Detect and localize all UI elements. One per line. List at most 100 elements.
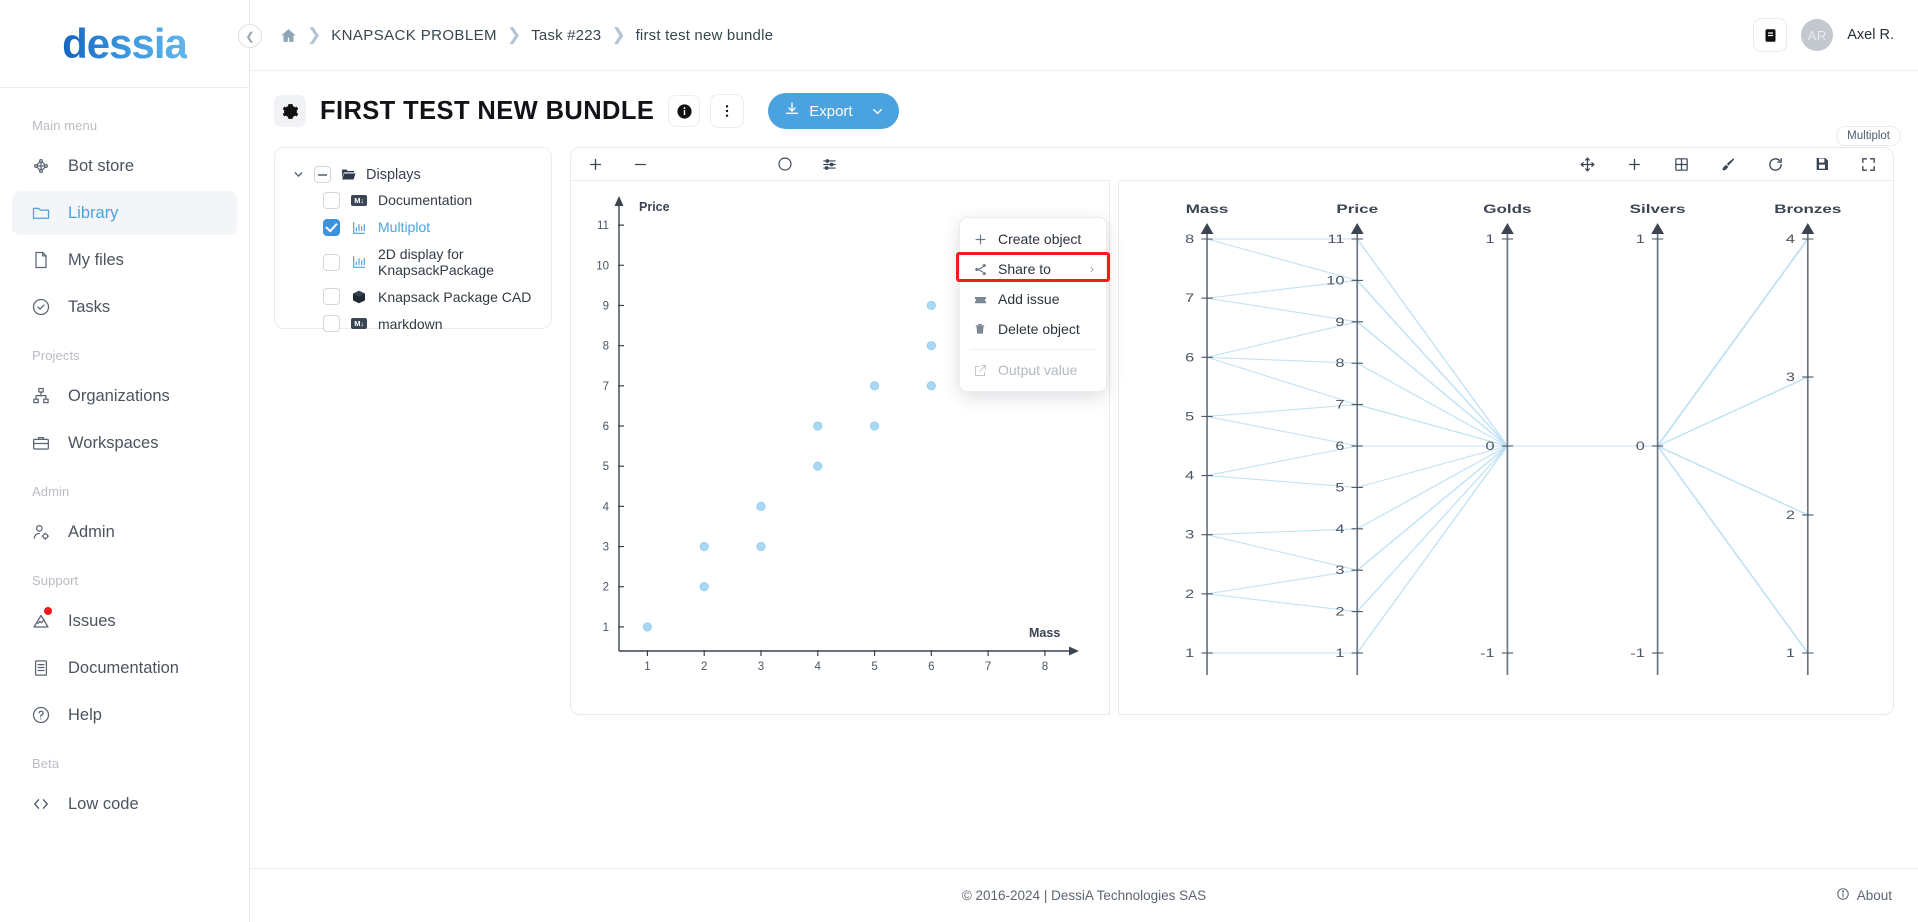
svg-text:4: 4 <box>1786 232 1795 245</box>
move-icon[interactable] <box>1579 156 1596 173</box>
brand-name: dessia <box>62 19 188 67</box>
sidebar-item-organizations[interactable]: Organizations <box>12 374 237 418</box>
sidebar-item-my-files[interactable]: My files <box>12 238 237 282</box>
trash-icon <box>972 322 988 336</box>
menu-item-delete-object[interactable]: Delete object <box>960 314 1106 344</box>
chevron-down-icon[interactable] <box>291 168 305 181</box>
sidebar-item-low-code[interactable]: Low code <box>12 782 237 826</box>
visualization-wrapper: Multiplot Price Mass 1 2 3 4 5 6 7 8 9 10 11 1 2 3 4 5 6 7 8… <box>570 126 1901 715</box>
sidebar-item-label: Admin <box>68 522 115 541</box>
sidebar-item-documentation[interactable]: Documentation <box>12 646 237 690</box>
svg-text:1: 1 <box>603 622 609 634</box>
svg-text:3: 3 <box>1185 528 1194 541</box>
menu-item-add-issue[interactable]: Add issue <box>960 284 1106 314</box>
zoom-out-icon[interactable] <box>632 156 649 173</box>
tree-root-checkbox[interactable] <box>314 166 331 183</box>
svg-text:Silvers: Silvers <box>1630 203 1686 216</box>
tree-item-checkbox[interactable] <box>323 253 340 271</box>
refresh-icon[interactable] <box>1767 156 1784 173</box>
add-icon[interactable] <box>1626 156 1643 173</box>
sidebar-item-label: Help <box>68 705 102 724</box>
gear-icon[interactable] <box>274 95 306 127</box>
tree-item-checkbox[interactable] <box>323 288 340 306</box>
sidebar-item-label: My files <box>68 250 124 269</box>
tree-item-checkbox[interactable] <box>323 219 340 236</box>
grid-icon[interactable] <box>1673 156 1690 173</box>
viz-toolbar: Multiplot <box>570 126 1901 180</box>
parallel-coordinates-card[interactable]: Mass 1 2 3 4 5 6 7 8 Price 1 2 3 4 5 6 7 8 9 10 11 Golds -1 0 1 S… <box>1118 180 1894 715</box>
circle-select-icon[interactable] <box>777 156 793 172</box>
more-options-button[interactable] <box>710 94 745 128</box>
tree-item-checkbox[interactable] <box>323 315 340 333</box>
avatar[interactable]: AR <box>1801 19 1834 51</box>
tree-item[interactable]: 2D display for KnapsackPackage <box>285 241 541 283</box>
tree-item-label: 2D display for KnapsackPackage <box>378 246 494 279</box>
plus-icon <box>972 232 988 247</box>
svg-text:-1: -1 <box>1630 646 1645 659</box>
tree-item[interactable]: M↓ markdown <box>285 310 541 337</box>
save-icon[interactable] <box>1814 156 1830 172</box>
svg-text:8: 8 <box>1042 661 1048 673</box>
sidebar-item-label: Tasks <box>68 297 111 316</box>
tree-item-checkbox[interactable] <box>323 192 340 209</box>
sidebar-item-admin[interactable]: Admin <box>12 510 237 554</box>
tree-root-row[interactable]: Displays <box>285 162 541 187</box>
tree-item-label: markdown <box>378 315 443 332</box>
brand-logo[interactable]: dessia <box>0 0 249 88</box>
sidebar-item-library[interactable]: Library <box>12 191 237 235</box>
sidebar-item-label: Workspaces <box>68 433 159 452</box>
export-label: Export <box>809 102 853 120</box>
external-link-icon <box>972 363 988 378</box>
info-button[interactable] <box>668 95 701 127</box>
menu-item-share-to[interactable]: Share to › <box>956 252 1110 284</box>
zoom-in-icon[interactable] <box>587 156 604 173</box>
svg-text:8: 8 <box>603 341 609 353</box>
chevron-down-icon[interactable] <box>862 104 885 119</box>
username: Axel R. <box>1847 27 1894 43</box>
context-menu[interactable]: Create object Share to › Add issue Delete ob… <box>956 217 1110 392</box>
svg-text:10: 10 <box>1326 274 1344 287</box>
sidebar-collapse-button[interactable]: ❮ <box>238 24 262 48</box>
svg-text:2: 2 <box>1786 508 1795 521</box>
export-button[interactable]: Export <box>768 93 899 129</box>
sidebar-item-label: Library <box>68 203 119 222</box>
sidebar-item-label: Low code <box>68 794 139 813</box>
info-icon <box>1836 887 1850 904</box>
breadcrumb-item-current[interactable]: first test new bundle <box>636 27 774 44</box>
documentation-button[interactable] <box>1753 18 1788 52</box>
tree-item[interactable]: M↓ Documentation <box>285 187 541 214</box>
file-icon <box>30 249 52 271</box>
svg-text:6: 6 <box>603 421 609 433</box>
sliders-icon[interactable] <box>821 156 838 173</box>
svg-text:0: 0 <box>1486 439 1495 452</box>
tree-item[interactable]: Knapsack Package CAD <box>285 283 541 310</box>
sidebar-section-label: Support <box>32 573 79 588</box>
sidebar-item-workspaces[interactable]: Workspaces <box>12 421 237 465</box>
fullscreen-icon[interactable] <box>1860 156 1877 173</box>
svg-text:7: 7 <box>603 381 609 393</box>
sidebar-item-bot-store[interactable]: Bot store <box>12 144 237 188</box>
sidebar-item-issues[interactable]: Issues <box>12 599 237 643</box>
breadcrumb-item-project[interactable]: KNAPSACK PROBLEM <box>331 27 497 44</box>
org-tree-icon <box>30 385 52 407</box>
svg-text:10: 10 <box>596 260 609 272</box>
copyright-text: © 2016-2024 | DessiA Technologies SAS <box>961 888 1207 903</box>
share-icon <box>972 262 988 277</box>
sidebar-item-label: Organizations <box>68 386 170 405</box>
sidebar-item-help[interactable]: Help <box>12 693 237 737</box>
menu-separator <box>970 349 1096 350</box>
breadcrumb-item-task[interactable]: Task #223 <box>531 27 601 44</box>
tree-item-label: Documentation <box>378 192 473 209</box>
sidebar-item-tasks[interactable]: Tasks <box>12 285 237 329</box>
home-icon[interactable] <box>280 27 297 44</box>
svg-text:6: 6 <box>1335 439 1344 452</box>
breadcrumb: ❯ KNAPSACK PROBLEM ❯ Task #223 ❯ first t… <box>250 25 773 45</box>
tree-item[interactable]: Multiplot <box>285 214 541 241</box>
brush-icon[interactable] <box>1720 156 1737 173</box>
sidebar-section-label: Main menu <box>32 118 98 133</box>
parallel-coordinates-plot[interactable]: Mass12345678Price1234567891011Golds-101S… <box>1119 181 1893 709</box>
svg-text:2: 2 <box>701 661 707 673</box>
about-button[interactable]: About <box>1836 887 1892 904</box>
svg-text:1: 1 <box>1486 232 1495 245</box>
menu-item-create-object[interactable]: Create object <box>960 224 1106 254</box>
